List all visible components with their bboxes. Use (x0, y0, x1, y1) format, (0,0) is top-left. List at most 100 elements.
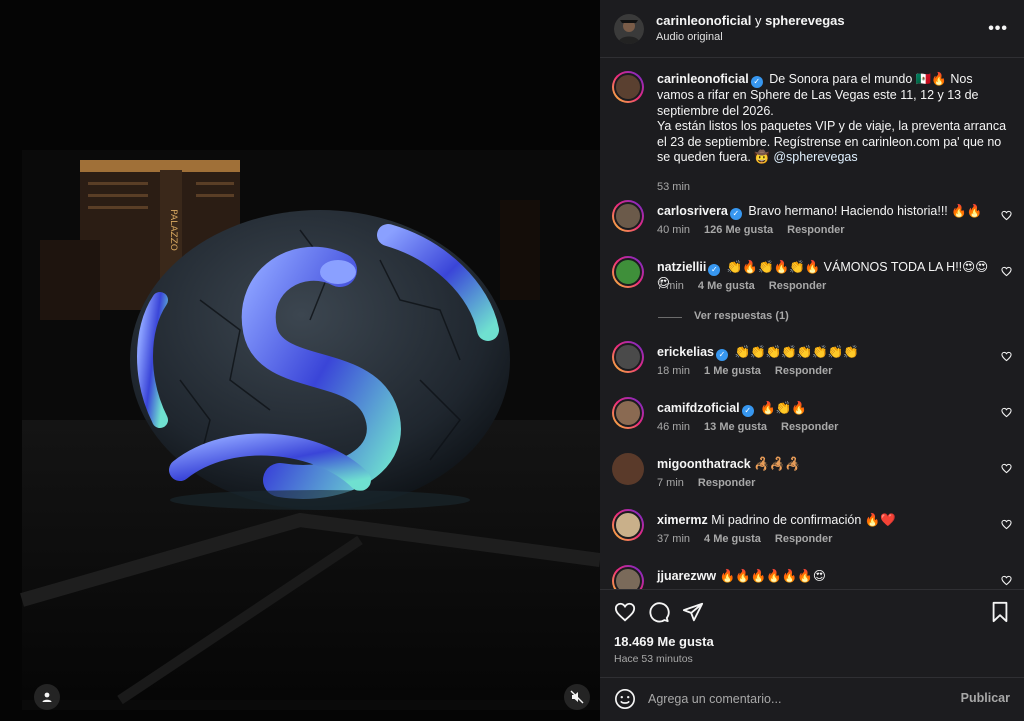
comment-meta: 7 min Responder (657, 477, 769, 489)
reply-button[interactable]: Responder (781, 421, 838, 433)
reply-button[interactable]: Responder (698, 477, 755, 489)
comment-body: 🦂🦂🦂 (754, 457, 801, 471)
comment-time: 46 min (657, 421, 691, 433)
emoji-icon[interactable] (614, 688, 636, 710)
reply-button[interactable]: Responder (769, 280, 826, 292)
comment-likes[interactable]: 4 Me gusta (698, 280, 755, 292)
likes-count[interactable]: 18.469 Me gusta (614, 634, 714, 649)
comment-username[interactable]: ximermz (657, 513, 708, 527)
post-header: carinleonoficial y spherevegas Audio ori… (600, 0, 1024, 58)
comment-meta: 18 min 1 Me gusta Responder (657, 365, 846, 377)
hotel-sign: PALAZZO (168, 209, 178, 251)
header-accounts: carinleonoficial y spherevegas (656, 13, 845, 28)
header-account2[interactable]: spherevegas (765, 13, 845, 28)
comment-row: jjuarezww 🔥🔥🔥🔥🔥🔥😍 (600, 565, 1024, 589)
more-options-button[interactable]: ••• (988, 20, 1008, 38)
comment-likes[interactable]: 4 Me gusta (704, 533, 761, 545)
like-icon[interactable] (614, 601, 636, 623)
publish-button[interactable]: Publicar (961, 691, 1010, 705)
comment-row: camifdzoficial ✓ 🔥👏🔥 46 min 13 Me gusta Res… (600, 397, 1024, 442)
comment-time: 7 min (657, 280, 684, 292)
comment-heart-icon[interactable] (1001, 351, 1012, 362)
comment-icon[interactable] (648, 601, 670, 623)
comment-time: 40 min (657, 224, 691, 236)
verified-icon: ✓ (716, 349, 728, 361)
comment-text: jjuarezww 🔥🔥🔥🔥🔥🔥😍 (657, 569, 994, 585)
comment-meta: 40 min 126 Me gusta Responder (657, 224, 859, 236)
comment-row: natziellii ✓ 👏🔥👏🔥👏🔥 VÁMONOS TODA LA H!!😍😍… (600, 256, 1024, 301)
comment-avatar[interactable] (612, 256, 644, 288)
comment-text: camifdzoficial ✓ 🔥👏🔥 (657, 401, 994, 417)
comment-username[interactable]: jjuarezww (657, 569, 716, 583)
comment-heart-icon[interactable] (1001, 519, 1012, 530)
view-replies-label[interactable]: Ver respuestas (1) (694, 310, 789, 322)
comment-username[interactable]: erickelias (657, 345, 714, 359)
comment-likes[interactable]: 126 Me gusta (704, 224, 773, 236)
share-icon[interactable] (682, 601, 704, 623)
avatar-fill (614, 202, 642, 230)
replies-divider (658, 317, 682, 318)
post-detail-panel: carinleonoficial y spherevegas Audio ori… (600, 0, 1024, 721)
comment-row: migoonthatrack 🦂🦂🦂 7 min Responder (600, 453, 1024, 498)
caption-username[interactable]: carinleonoficial (657, 72, 749, 86)
action-bar: 18.469 Me gusta Hace 53 minutos (600, 589, 1024, 677)
comment-heart-icon[interactable] (1001, 266, 1012, 277)
comment-avatar[interactable] (612, 453, 644, 485)
comment-likes[interactable]: 13 Me gusta (704, 421, 767, 433)
caption-text: carinleonoficial ✓ De Sonora para el mund… (657, 72, 1010, 166)
comment-username[interactable]: camifdzoficial (657, 401, 740, 415)
comment-meta: 37 min 4 Me gusta Responder (657, 533, 846, 545)
reply-button[interactable]: Responder (775, 533, 832, 545)
comment-avatar[interactable] (612, 565, 644, 589)
header-account1[interactable]: carinleonoficial (656, 13, 751, 28)
reply-button[interactable]: Responder (775, 365, 832, 377)
comment-heart-icon[interactable] (1001, 575, 1012, 586)
tagged-users-button[interactable] (34, 684, 60, 710)
caption-time: 53 min (657, 181, 691, 193)
comment-body: Bravo hermano! Haciendo historia!!! 🔥🔥 (748, 204, 983, 218)
comment-body: 🔥👏🔥 (760, 401, 807, 415)
avatar-image (614, 14, 644, 44)
comment-username[interactable]: migoonthatrack (657, 457, 751, 471)
comment-text: carlosrivera ✓ Bravo hermano! Haciendo hi… (657, 204, 994, 220)
comment-text: migoonthatrack 🦂🦂🦂 (657, 457, 994, 473)
sphere-image: PALAZZO (0, 0, 600, 721)
comment-likes[interactable]: 1 Me gusta (704, 365, 761, 377)
comment-heart-icon[interactable] (1001, 407, 1012, 418)
comment-time: 7 min (657, 477, 684, 489)
verified-icon: ✓ (741, 405, 754, 417)
comment-avatar[interactable] (612, 509, 644, 541)
comment-text: erickelias ✓ 👏👏👏👏👏👏👏👏 (657, 345, 994, 361)
comment-row: carlosrivera ✓ Bravo hermano! Haciendo hi… (600, 200, 1024, 245)
author-avatar[interactable] (614, 14, 644, 44)
comment-meta: 7 min 4 Me gusta Responder (657, 280, 840, 292)
comment-composer: Publicar (600, 677, 1024, 721)
comment-avatar[interactable] (612, 397, 644, 429)
view-replies[interactable]: Ver respuestas (1) (600, 310, 1024, 326)
post-timestamp: Hace 53 minutos (614, 653, 693, 665)
comment-text: ximermz Mi padrino de confirmación 🔥❤️ (657, 513, 994, 529)
bookmark-icon[interactable] (990, 601, 1010, 623)
comment-body: Mi padrino de confirmación 🔥❤️ (711, 513, 896, 527)
caption-mention[interactable]: @spherevegas (773, 150, 857, 164)
audio-label[interactable]: Audio original (656, 31, 723, 43)
verified-icon: ✓ (729, 208, 742, 220)
comment-username[interactable]: carlosrivera (657, 204, 728, 218)
caption-row: carinleonoficial ✓ De Sonora para el mund… (600, 71, 1024, 193)
comment-time: 37 min (657, 533, 691, 545)
comment-avatar[interactable] (612, 200, 644, 232)
comments-list[interactable]: carinleonoficial ✓ De Sonora para el mund… (600, 59, 1024, 589)
caption-avatar[interactable] (612, 71, 644, 103)
comment-heart-icon[interactable] (1001, 210, 1012, 221)
comment-input[interactable] (648, 688, 948, 710)
comment-username[interactable]: natziellii (657, 260, 706, 274)
verified-icon: ✓ (750, 76, 763, 88)
comment-avatar[interactable] (612, 341, 644, 373)
comment-meta: 46 min 13 Me gusta Responder (657, 421, 852, 433)
header-conjunction: y (755, 13, 762, 28)
comment-heart-icon[interactable] (1001, 463, 1012, 474)
mute-button[interactable] (564, 684, 590, 710)
reply-button[interactable]: Responder (787, 224, 844, 236)
post-media[interactable]: PALAZZO (0, 0, 600, 721)
comment-row: erickelias ✓ 👏👏👏👏👏👏👏👏 18 min 1 Me gusta Res… (600, 341, 1024, 386)
